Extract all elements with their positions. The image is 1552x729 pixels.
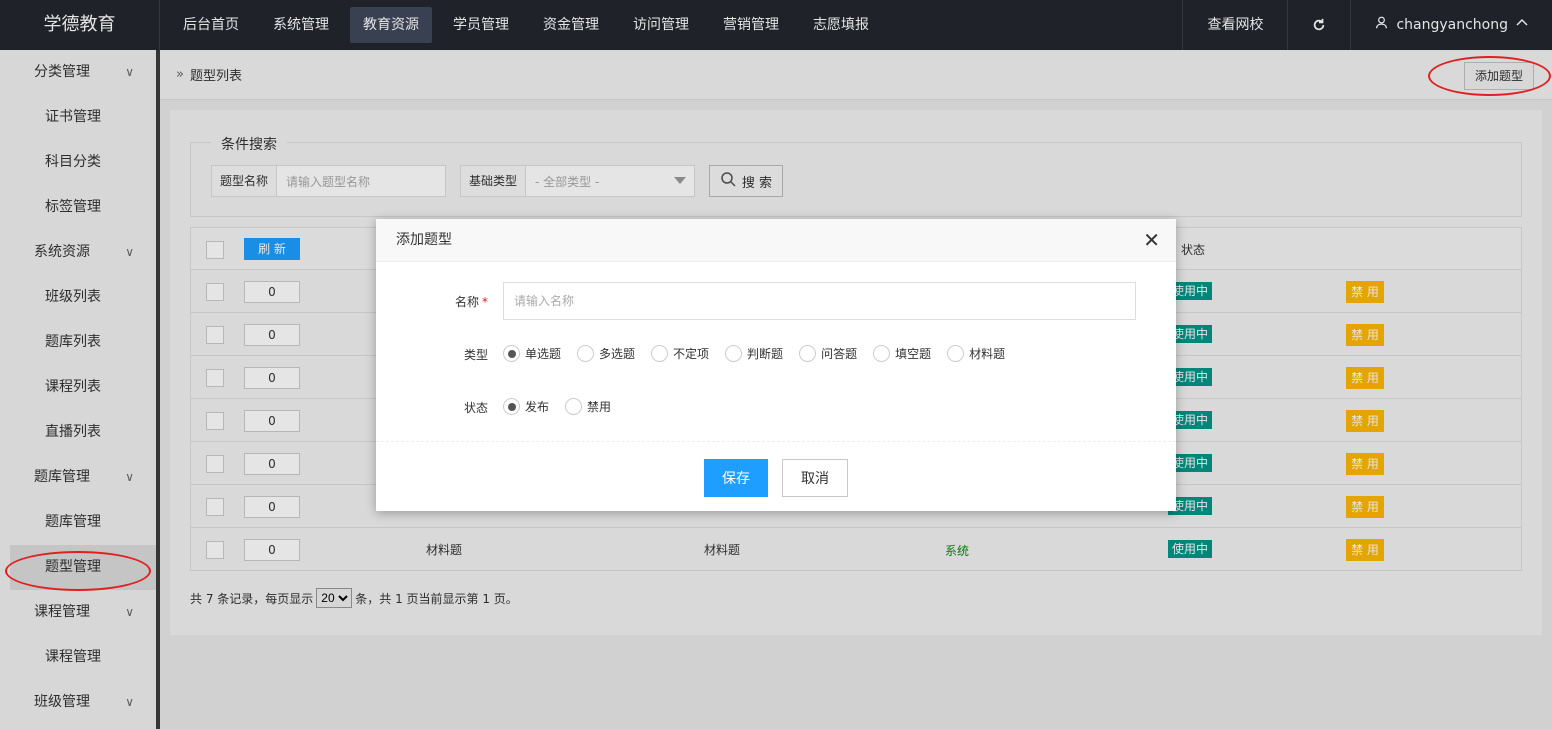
dialog-footer: 保存 取消: [376, 441, 1176, 511]
radio-multiple[interactable]: 多选题: [577, 345, 635, 362]
radio-label: 不定项: [673, 347, 710, 361]
radio-circle: [577, 345, 595, 362]
close-icon[interactable]: ✕: [1143, 219, 1160, 262]
radio-label: 问答题: [821, 347, 858, 361]
status-radio-group: 发布 禁用: [503, 398, 611, 415]
radio-label: 多选题: [599, 347, 636, 361]
add-question-type-dialog: 添加题型 ✕ 名称 * 请输入名称 类型 单选题 多选题 不定项 判断题 问答题 …: [376, 219, 1176, 511]
name-input[interactable]: 请输入名称: [503, 282, 1136, 320]
cancel-button[interactable]: 取消: [782, 459, 848, 497]
radio-label: 禁用: [587, 400, 612, 414]
type-field-label: 类型: [463, 348, 488, 362]
radio-judge[interactable]: 判断题: [725, 345, 783, 362]
radio-label: 单选题: [525, 347, 562, 361]
radio-indefinite[interactable]: 不定项: [651, 345, 709, 362]
radio-label: 填空题: [895, 347, 932, 361]
name-form-row: 名称 * 请输入名称: [376, 282, 1176, 320]
radio-circle: [799, 345, 817, 362]
radio-material[interactable]: 材料题: [947, 345, 1005, 362]
name-field-label: 名称 *: [455, 293, 488, 310]
radio-circle: [947, 345, 965, 362]
radio-fill[interactable]: 填空题: [873, 345, 931, 362]
dialog-title: 添加题型: [396, 232, 452, 248]
radio-circle: [503, 398, 520, 415]
required-mark: *: [482, 295, 488, 309]
radio-disable[interactable]: 禁用: [565, 398, 611, 415]
radio-label: 判断题: [747, 347, 784, 361]
radio-single[interactable]: 单选题: [503, 345, 561, 362]
radio-label: 材料题: [969, 347, 1006, 361]
radio-publish[interactable]: 发布: [503, 398, 549, 415]
save-button[interactable]: 保存: [704, 459, 768, 497]
radio-circle: [725, 345, 743, 362]
radio-circle: [565, 398, 583, 415]
radio-label: 发布: [525, 400, 550, 414]
radio-circle: [503, 345, 520, 362]
status-field-label: 状态: [463, 401, 488, 415]
annotation-circle: [1428, 56, 1551, 96]
radio-qa[interactable]: 问答题: [799, 345, 857, 362]
radio-circle: [651, 345, 669, 362]
name-label-text: 名称: [454, 295, 479, 309]
type-radio-group: 单选题 多选题 不定项 判断题 问答题 填空题 材料题: [503, 345, 1005, 362]
status-form-row: 状态 发布 禁用: [376, 398, 1176, 418]
type-form-row: 类型 单选题 多选题 不定项 判断题 问答题 填空题 材料题: [376, 345, 1176, 365]
dialog-header: 添加题型 ✕: [376, 219, 1176, 262]
radio-circle: [873, 345, 891, 362]
annotation-circle: [5, 551, 151, 591]
